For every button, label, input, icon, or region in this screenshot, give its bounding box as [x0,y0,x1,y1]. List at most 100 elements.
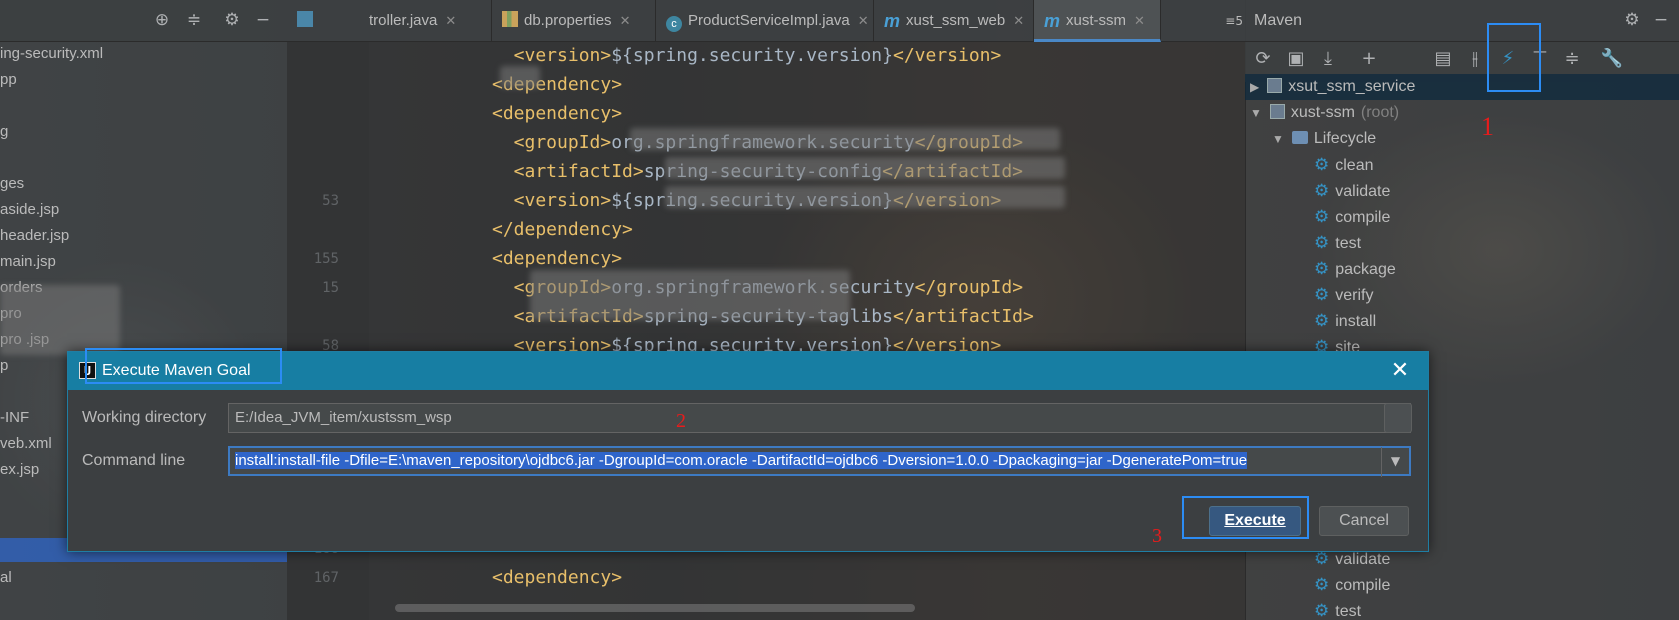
command-line-label: Command line [82,452,186,469]
settings-gear-icon[interactable]: ⚙ [1620,8,1644,32]
code-line: <dependency> [492,244,622,273]
tab-db-properties[interactable]: db.properties ✕ [492,0,656,42]
maven-tree-node[interactable]: ⚙ clean [1314,152,1374,178]
collapse-all-icon[interactable]: ≑ [182,8,206,32]
project-tree-item[interactable]: g [0,120,8,144]
maven-tree-node[interactable]: ⚙ verify [1314,282,1373,308]
hide-panel-icon[interactable]: − [1649,8,1673,32]
maven-tree-node[interactable]: ⚙ package [1314,256,1396,282]
blurred-region [530,270,850,320]
project-tree-item[interactable]: pp [0,68,17,92]
xml-tag: <groupId> [492,132,612,153]
cancel-button[interactable]: Cancel [1319,506,1409,536]
java-file-icon [297,11,313,27]
maven-node-label: Lifecycle [1313,130,1377,147]
maven-node-label: test [1335,603,1362,620]
plus-icon[interactable]: + [1355,44,1383,72]
working-directory-field[interactable]: E:/Idea_JVM_item/xustssm_wsp [228,403,1411,433]
goal-gear-icon: ⚙ [1314,207,1330,226]
maven-tree-node[interactable]: ⚙ compile [1314,572,1390,598]
blurred-region [665,186,1065,208]
xml-tag: <dependency> [492,248,623,269]
chevron-down-icon[interactable]: ▼ [1272,132,1284,146]
maven-module-icon [1269,104,1285,119]
close-icon[interactable]: ✕ [1134,13,1145,28]
maven-node-label: validate [1335,183,1391,200]
project-tree-item[interactable]: main.jsp [0,250,56,274]
properties-file-icon [502,11,518,27]
maven-module-icon [1267,78,1283,93]
goal-gear-icon: ⚙ [1314,311,1330,330]
chevron-right-icon[interactable]: ▶ [1250,80,1259,94]
project-tree-item[interactable]: ges [0,172,24,196]
close-icon[interactable]: ✕ [620,13,631,28]
close-icon[interactable]: ✕ [1013,13,1024,28]
annotation-box-title [85,348,282,384]
project-tree-item[interactable]: -INF [0,406,29,430]
code-line: </dependency> [492,215,633,244]
project-tree-item[interactable]: ex.jsp [0,458,39,482]
line-number: 167 [313,570,339,586]
settings-gear-icon[interactable]: ⚙ [220,8,244,32]
maven-tree-node[interactable]: ▼ xust-ssm (root) [1250,100,1399,126]
maven-header: ⚙ − [1245,0,1679,42]
run-icon[interactable]: ▤ [1429,44,1457,72]
project-tree-item[interactable]: ing-security.xml [0,42,103,66]
maven-tree-node[interactable]: ⚙ validate [1314,178,1390,204]
goal-gear-icon: ⚙ [1314,181,1330,200]
download-icon[interactable]: ⤓ [1314,44,1342,72]
code-line: <dependency> [492,99,622,128]
maven-tree-node[interactable]: ⚙ test [1314,230,1361,256]
locate-icon[interactable]: ⊕ [150,8,174,32]
chevron-down-icon[interactable]: ▼ [1250,106,1262,120]
project-tree-item[interactable]: al [0,566,12,590]
line-number: 15 [322,280,339,296]
tab-controller-java[interactable]: troller.java ✕ [287,0,492,42]
blurred-region [630,128,1060,150]
close-icon[interactable]: ✕ [858,13,869,28]
annotation-number-2: 2 [676,410,686,432]
tab-xust-ssm[interactable]: m xust-ssm ✕ [1034,0,1161,42]
maven-tree-node[interactable]: ▶ xsut_ssm_service [1250,74,1415,100]
chevron-down-icon[interactable]: ▼ [1381,447,1409,477]
toggle-offline-icon[interactable]: ⫲ [1461,44,1489,72]
maven-node-label: verify [1335,287,1374,304]
select-module-button[interactable] [1384,403,1412,433]
command-line-field[interactable]: install:install-file -Dfile=E:\maven_rep… [228,446,1411,476]
xml-close-tag: </groupId> [914,277,1024,298]
blurred-region [0,285,120,355]
maven-node-label: package [1335,261,1396,278]
wrench-icon[interactable]: 🔧 [1598,44,1626,72]
close-icon[interactable]: ✕ [1386,356,1414,386]
collapse-icon[interactable]: ≑ [1558,44,1586,72]
hide-panel-icon[interactable]: − [251,8,275,32]
maven-node-label: validate [1335,551,1391,568]
project-tree-item[interactable]: aside.jsp [0,198,59,222]
goal-gear-icon: ⚙ [1314,601,1330,620]
project-tree-item[interactable]: header.jsp [0,224,69,248]
editor-tab-bar: troller.java ✕ db.properties ✕ c ProductSer… [287,0,1245,42]
maven-tree-node[interactable]: ▼ Lifecycle [1272,126,1376,152]
xml-tag: <version> [492,190,612,211]
maven-tree-node[interactable]: ⚙ install [1314,308,1376,334]
annotation-number-1: 1 [1481,112,1494,141]
maven-node-label: xust-ssm [1290,104,1355,121]
tab-productserviceimpl[interactable]: c ProductServiceImpl.java ✕ [656,0,874,42]
tab-overflow-button[interactable]: ≡5 [1225,0,1243,42]
reload-icon[interactable]: ⟳ [1249,44,1277,72]
maven-node-label: xsut_ssm_service [1288,78,1416,95]
close-icon[interactable]: ✕ [445,13,456,28]
lifecycle-folder-icon [1291,131,1308,144]
code-line: <dependency> [492,563,622,592]
tab-xust-ssm-web[interactable]: m xust_ssm_web ✕ [874,0,1034,42]
maven-tree-node[interactable]: ⚙ test [1314,598,1361,620]
horizontal-scrollbar[interactable] [395,604,915,612]
annotation-number-3: 3 [1152,525,1162,547]
project-tree-item[interactable]: veb.xml [0,432,52,456]
xml-tag: <version> [492,45,612,66]
maven-module-icon: m [884,11,901,31]
maven-tree-node[interactable]: ⚙ compile [1314,204,1390,230]
xml-tag: <dependency> [492,567,623,588]
project-tree-item[interactable]: p [0,354,8,378]
add-folder-icon[interactable]: ▣ [1282,44,1310,72]
